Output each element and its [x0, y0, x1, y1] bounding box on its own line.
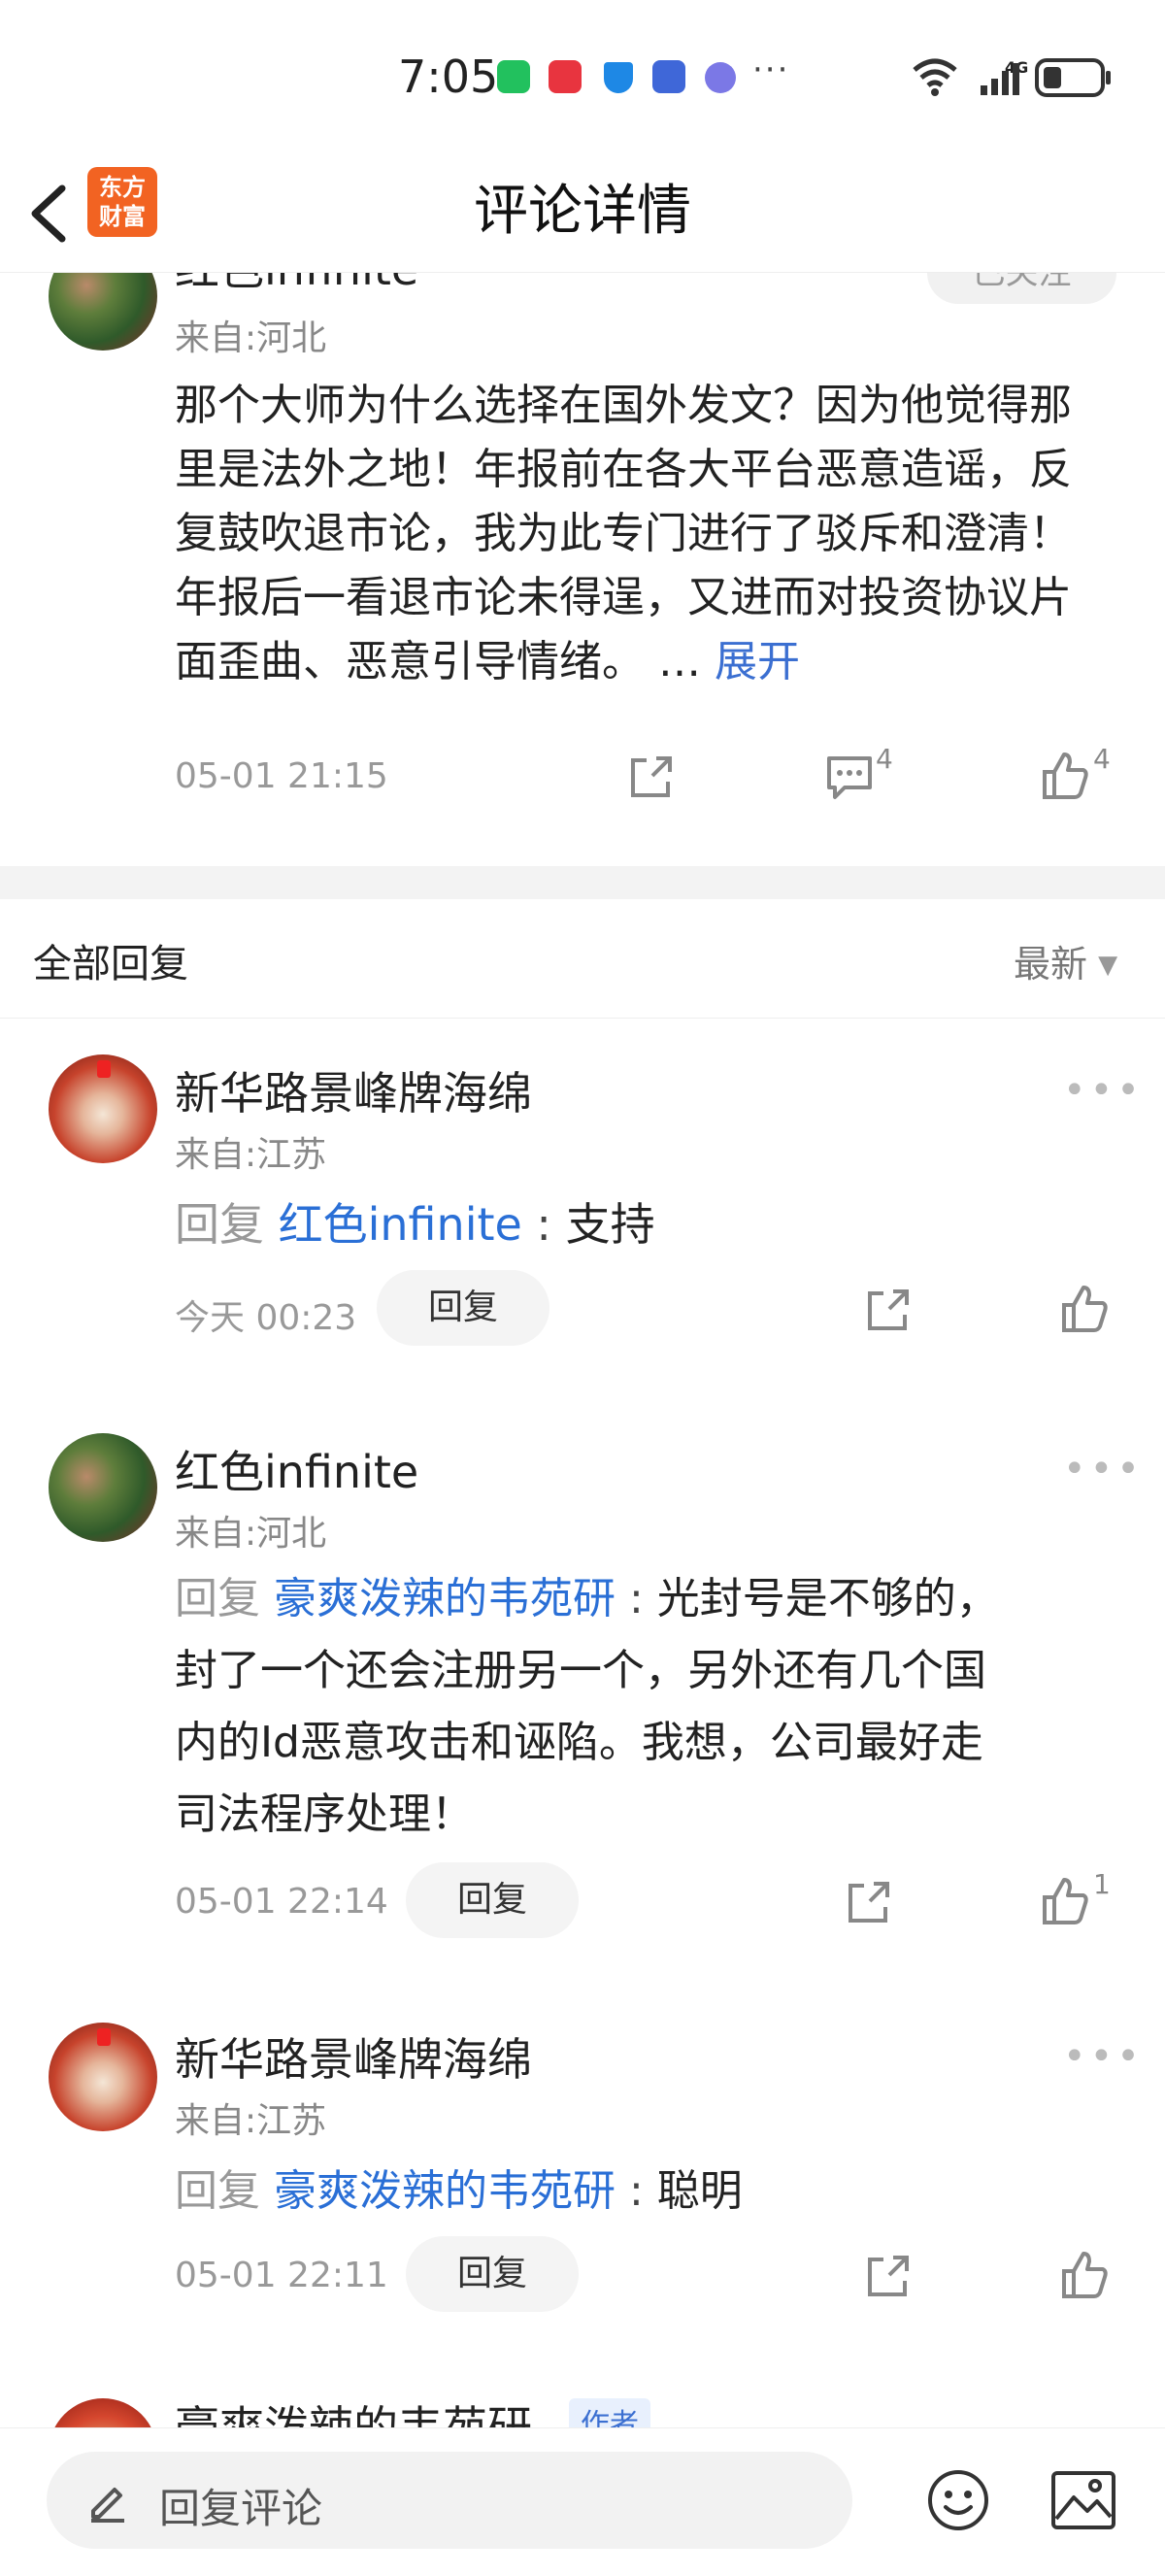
reply-separator: : [616, 1574, 657, 1623]
avatar[interactable] [49, 2398, 157, 2427]
browser-icon [652, 60, 685, 93]
reply-item: 红色infinite 来自:河北 ••• 回复 豪爽泼辣的韦苑研 : 光封号是不… [0, 1427, 1165, 1961]
reply-text: 回复 豪爽泼辣的韦苑研 : 聪明 [175, 2156, 743, 2218]
like-button[interactable] [1041, 1876, 1091, 1926]
battery-icon [1035, 58, 1113, 97]
reply-item: 新华路景峰牌海绵 来自:江苏 ••• 回复 豪爽泼辣的韦苑研 : 聪明 05-0… [0, 2015, 1165, 2335]
reply-content-line: 封了一个还会注册另一个，另外还有几个国 [175, 1646, 986, 1695]
reply-time: 05-01 22:14 [175, 1882, 388, 1922]
avatar[interactable] [49, 2023, 157, 2131]
reply-content-line: 光封号是不够的， [656, 1574, 999, 1623]
reply-prefix: 回复 [175, 2166, 260, 2216]
divider-line [0, 1018, 1165, 1019]
reply-content: 聪明 [656, 2166, 743, 2216]
reply-content-line: 司法程序处理！ [175, 1790, 474, 1839]
reply-author-location: 来自:河北 [175, 1514, 327, 1554]
emoji-button[interactable] [926, 2468, 990, 2532]
reply-item: 新华路景峰牌海绵 来自:江苏 ••• 回复 红色infinite : 支持 今天… [0, 1049, 1165, 1369]
sort-label: 最新 [1014, 943, 1088, 986]
like-count: 4 [1093, 743, 1111, 775]
author-badge: 作者 [569, 2398, 650, 2427]
reply-prefix: 回复 [175, 1574, 260, 1623]
reply-button[interactable]: 回复 [377, 1270, 549, 1346]
emoji-icon [928, 2470, 988, 2530]
like-count: 1 [1093, 1868, 1111, 1900]
image-button[interactable] [1050, 2470, 1116, 2530]
sort-dropdown[interactable]: 最新 ▼ [1014, 934, 1117, 987]
reply-author-name[interactable]: 红色infinite [175, 1437, 418, 1501]
reply-target-link[interactable]: 豪爽泼辣的韦苑研 [274, 2166, 616, 2216]
share-icon [868, 2256, 909, 2296]
reply-prefix: 回复 [175, 1198, 264, 1251]
reply-text: 回复 红色infinite : 支持 [175, 1189, 655, 1254]
thumbs-up-icon [1062, 2252, 1108, 2298]
reply-time: 今天 00:23 [175, 1298, 357, 1338]
comment-text: 那个大师为什么选择在国外发文？因为他觉得那里是法外之地！年报前在各大平台恶意造谣… [175, 374, 1107, 694]
reply-input-placeholder[interactable]: 回复评论 [159, 2476, 322, 2535]
reply-target-link[interactable]: 豪爽泼辣的韦苑研 [274, 1574, 616, 1623]
share-icon [849, 1882, 889, 1923]
main-comment: 红色infinite 已关注 来自:河北 那个大师为什么选择在国外发文？因为他觉… [0, 273, 1165, 875]
avatar[interactable] [49, 1433, 157, 1542]
share-button[interactable] [864, 2252, 913, 2300]
reply-author-location: 来自:江苏 [175, 1135, 327, 1175]
image-icon [1051, 2471, 1115, 2529]
reply-author-name[interactable]: 豪爽泼辣的韦苑研 [175, 2398, 532, 2427]
reply-text: 回复 豪爽泼辣的韦苑研 : 光封号是不够的， 封了一个还会注册另一个，另外还有几… [175, 1563, 1126, 1851]
commenter-name[interactable]: 红色infinite [175, 273, 418, 298]
reply-content-line: 内的Id恶意攻击和诬陷。我想，公司最好走 [175, 1718, 983, 1767]
like-button[interactable] [1041, 751, 1091, 801]
comment-time: 05-01 21:15 [175, 756, 388, 796]
all-replies-label: 全部回复 [33, 942, 188, 987]
like-button[interactable] [1060, 2250, 1111, 2300]
reply-content: 支持 [565, 1198, 655, 1251]
share-icon [631, 756, 672, 797]
share-button[interactable] [864, 1286, 913, 1334]
reply-target-link[interactable]: 红色infinite [279, 1198, 522, 1251]
more-options-icon[interactable]: ••• [1063, 1447, 1144, 1491]
more-options-icon[interactable]: ••• [1063, 1068, 1144, 1113]
reply-separator: : [521, 1198, 566, 1251]
comment-button[interactable] [825, 753, 876, 801]
dropdown-arrow-icon: ▼ [1098, 951, 1118, 980]
thumbs-up-icon [1043, 753, 1088, 799]
like-button[interactable] [1060, 1284, 1111, 1334]
reply-author-name[interactable]: 新华路景峰牌海绵 [175, 2024, 532, 2089]
status-time: 7:05 [398, 50, 499, 103]
reply-item: 豪爽泼辣的韦苑研 作者 [0, 2398, 1165, 2427]
avatar[interactable] [49, 1054, 157, 1163]
shield-icon [604, 62, 633, 93]
pencil-icon [85, 2478, 130, 2523]
page-title: 评论详情 [474, 180, 691, 243]
comment-icon [827, 756, 872, 799]
reply-author-name[interactable]: 新华路景峰牌海绵 [175, 1058, 532, 1122]
reply-button[interactable]: 回复 [406, 2236, 579, 2312]
huawei-icon [549, 60, 582, 93]
more-options-icon[interactable]: ••• [1063, 2034, 1144, 2079]
thumbs-up-icon [1062, 1286, 1108, 1332]
reply-separator: : [616, 2166, 657, 2216]
wifi-icon [911, 54, 959, 97]
section-divider [0, 866, 1165, 899]
share-icon [868, 1289, 909, 1330]
music-icon [705, 62, 736, 93]
more-notifications-icon: ··· [752, 50, 790, 89]
reply-button[interactable]: 回复 [406, 1862, 579, 1938]
comment-count: 4 [876, 743, 893, 775]
avatar[interactable] [49, 273, 157, 351]
share-button[interactable] [627, 753, 676, 801]
reply-time: 05-01 22:11 [175, 2256, 388, 2295]
cell-signal-icon [979, 60, 1023, 97]
follow-button[interactable]: 已关注 [927, 273, 1116, 304]
comment-body: 那个大师为什么选择在国外发文？因为他觉得那里是法外之地！年报前在各大平台恶意造谣… [175, 381, 1072, 686]
commenter-location: 来自:河北 [175, 318, 327, 358]
expand-link[interactable]: 展开 [715, 637, 800, 686]
thumbs-up-icon [1043, 1878, 1088, 1924]
reply-author-location: 来自:江苏 [175, 2101, 327, 2141]
share-button[interactable] [845, 1878, 893, 1926]
wechat-icon [497, 60, 530, 93]
